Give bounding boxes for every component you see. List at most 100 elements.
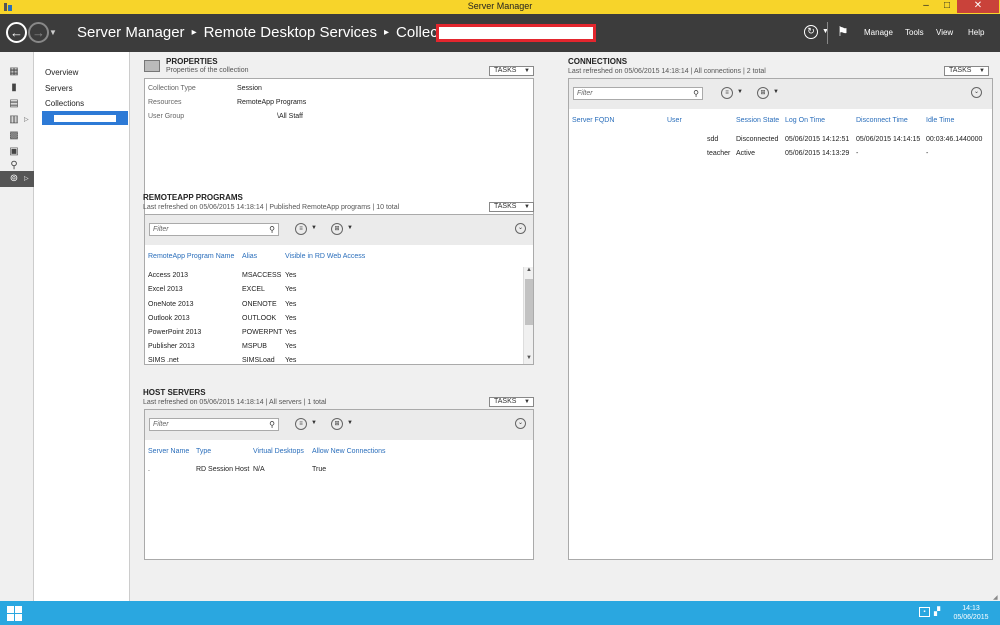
column-header[interactable]: Session State <box>736 117 779 124</box>
table-cell[interactable]: Yes <box>285 343 296 350</box>
search-icon[interactable]: ⚲ <box>693 88 699 99</box>
chevron-down-icon[interactable]: ▼ <box>311 225 317 231</box>
filter-options-icon[interactable]: ⊞ <box>331 223 343 235</box>
scroll-up-icon[interactable]: ▲ <box>524 267 534 273</box>
connections-tasks-button[interactable]: TASKS ▼ <box>944 66 989 76</box>
table-cell[interactable]: MSACCESS <box>242 272 281 279</box>
chevron-down-icon[interactable]: ▼ <box>737 89 743 95</box>
table-cell[interactable]: OneNote 2013 <box>148 301 194 308</box>
table-cell[interactable]: Yes <box>285 286 296 293</box>
nav-collections[interactable]: Collections <box>45 99 84 108</box>
hostservers-filter-input[interactable]: Filter ⚲ <box>149 418 279 431</box>
menu-tools[interactable]: Tools <box>905 28 924 37</box>
table-cell[interactable]: OUTLOOK <box>242 315 276 322</box>
forward-arrow-icon[interactable]: → <box>28 22 49 43</box>
remoteapp-filter-input[interactable]: Filter ⚲ <box>149 223 279 236</box>
scrollbar-thumb[interactable] <box>525 279 533 325</box>
table-cell[interactable]: 05/06/2015 14:13:29 <box>785 150 849 157</box>
table-cell[interactable]: . <box>148 466 150 473</box>
table-cell[interactable]: Yes <box>285 315 296 322</box>
windows-start-icon[interactable] <box>7 606 22 621</box>
column-header[interactable]: Log On Time <box>785 117 825 124</box>
table-cell[interactable]: Yes <box>285 357 296 364</box>
refresh-icon[interactable]: ↻ <box>804 25 818 39</box>
vertical-scrollbar[interactable]: ▲ ▼ <box>523 267 533 364</box>
hostservers-tasks-button[interactable]: TASKS ▼ <box>489 397 534 407</box>
clock[interactable]: 14:13 05/06/2015 <box>950 604 992 622</box>
column-header[interactable]: Alias <box>242 253 257 260</box>
table-cell[interactable]: Yes <box>285 301 296 308</box>
filter-options-icon[interactable]: ⊞ <box>331 418 343 430</box>
list-options-icon[interactable]: ≡ <box>295 223 307 235</box>
table-cell[interactable]: POWERPNT <box>242 329 282 336</box>
column-header[interactable]: Disconnect Time <box>856 117 908 124</box>
breadcrumb-server-manager[interactable]: Server Manager <box>77 24 185 41</box>
history-dropdown-icon[interactable]: ▼ <box>49 28 57 37</box>
column-header[interactable]: Virtual Desktops <box>253 448 304 455</box>
column-header[interactable]: Type <box>196 448 211 455</box>
table-cell[interactable]: Excel 2013 <box>148 286 183 293</box>
nav-overview[interactable]: Overview <box>45 68 78 77</box>
search-icon[interactable]: ⚲ <box>269 224 275 235</box>
column-header[interactable]: User <box>667 117 682 124</box>
table-cell[interactable]: Active <box>736 150 755 157</box>
nav-selected-collection[interactable] <box>42 111 128 125</box>
table-cell[interactable]: sdd <box>707 136 718 143</box>
column-header[interactable]: Server Name <box>148 448 189 455</box>
nav-servers[interactable]: Servers <box>45 84 73 93</box>
chevron-down-icon[interactable]: ▼ <box>347 225 353 231</box>
table-cell[interactable]: teacher <box>707 150 730 157</box>
table-cell[interactable]: - <box>856 150 858 157</box>
dns-icon[interactable]: ▩ <box>8 130 20 142</box>
table-cell[interactable]: MSPUB <box>242 343 267 350</box>
table-cell[interactable]: Yes <box>285 272 296 279</box>
menu-manage[interactable]: Manage <box>864 28 893 37</box>
expand-arrow-icon[interactable]: ▷ <box>24 175 29 182</box>
back-arrow-icon[interactable]: ← <box>6 22 27 43</box>
table-cell[interactable]: 00:03:46.1440000 <box>926 136 982 143</box>
table-cell[interactable]: RD Session Host <box>196 466 249 473</box>
local-server-icon[interactable]: ▮ <box>8 82 20 94</box>
connections-filter-input[interactable]: Filter ⚲ <box>573 87 703 100</box>
resize-grip-icon[interactable]: ◢ <box>993 594 998 601</box>
iis-icon[interactable]: ⚲ <box>8 160 20 172</box>
table-cell[interactable]: Yes <box>285 329 296 336</box>
scroll-down-icon[interactable]: ▼ <box>524 355 534 361</box>
rds-icon[interactable]: ⊚ <box>8 173 20 185</box>
column-header[interactable]: Allow New Connections <box>312 448 386 455</box>
table-cell[interactable]: Disconnected <box>736 136 778 143</box>
table-cell[interactable]: 05/06/2015 14:14:15 <box>856 136 920 143</box>
network-icon[interactable]: ▞ <box>934 607 945 618</box>
chevron-down-icon[interactable]: ▼ <box>773 89 779 95</box>
dashboard-icon[interactable]: ▦ <box>8 66 20 78</box>
breadcrumb-rds[interactable]: Remote Desktop Services <box>204 24 377 41</box>
table-cell[interactable]: Access 2013 <box>148 272 188 279</box>
column-header[interactable]: Idle Time <box>926 117 954 124</box>
table-cell[interactable]: True <box>312 466 326 473</box>
action-center-icon[interactable]: ▪ <box>919 607 930 617</box>
column-header[interactable]: RemoteApp Program Name <box>148 253 234 260</box>
chevron-down-icon[interactable]: ▼ <box>347 420 353 426</box>
table-cell[interactable]: N/A <box>253 466 265 473</box>
close-button[interactable]: ✕ <box>957 0 999 13</box>
table-cell[interactable]: SIMSLoad <box>242 357 275 364</box>
menu-view[interactable]: View <box>936 28 953 37</box>
table-cell[interactable]: PowerPoint 2013 <box>148 329 201 336</box>
column-header[interactable]: Server FQDN <box>572 117 614 124</box>
table-cell[interactable]: SIMS .net <box>148 357 179 364</box>
search-icon[interactable]: ⚲ <box>269 419 275 430</box>
maximize-button[interactable]: □ <box>937 0 957 13</box>
file-services-icon[interactable]: ▣ <box>8 146 20 158</box>
expand-icon[interactable]: ⌄ <box>515 418 526 429</box>
menu-help[interactable]: Help <box>968 28 984 37</box>
chevron-down-icon[interactable]: ▼ <box>311 420 317 426</box>
list-options-icon[interactable]: ≡ <box>295 418 307 430</box>
properties-tasks-button[interactable]: TASKS ▼ <box>489 66 534 76</box>
notifications-flag-icon[interactable]: ⚑ <box>837 24 849 40</box>
expand-icon[interactable]: ⌄ <box>971 87 982 98</box>
table-cell[interactable]: Publisher 2013 <box>148 343 195 350</box>
table-cell[interactable]: EXCEL <box>242 286 265 293</box>
column-header[interactable]: Visible in RD Web Access <box>285 253 365 260</box>
table-cell[interactable]: 05/06/2015 14:12:51 <box>785 136 849 143</box>
remoteapp-tasks-button[interactable]: TASKS ▼ <box>489 202 534 212</box>
